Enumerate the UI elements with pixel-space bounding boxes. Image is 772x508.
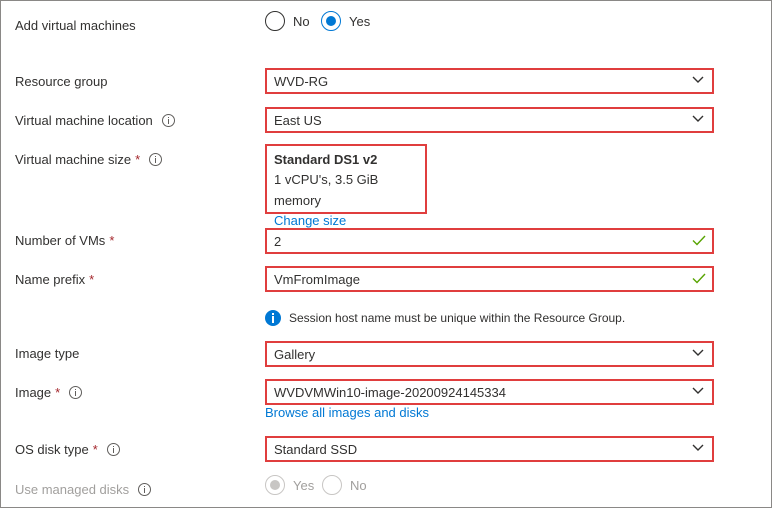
vm-size-label: Virtual machine size * — [15, 150, 163, 168]
resource-group-value: WVD-RG — [274, 73, 329, 89]
image-type-dropdown[interactable]: Gallery — [265, 341, 714, 367]
managed-disks-label: Use managed disks — [15, 480, 152, 498]
vm-location-dropdown[interactable]: East US — [265, 107, 714, 133]
form-panel: Add virtual machines No Yes Resource gro… — [0, 0, 772, 508]
chevron-down-icon — [692, 387, 704, 397]
browse-images-link[interactable]: Browse all images and disks — [265, 405, 429, 420]
radio-circle-selected — [321, 11, 341, 31]
chevron-down-icon — [692, 76, 704, 86]
vm-location-label: Virtual machine location — [15, 111, 175, 129]
chevron-down-icon — [692, 115, 704, 125]
required-marker: * — [55, 384, 61, 400]
image-dropdown[interactable]: WVDVMWin10-image-20200924145334 — [265, 379, 714, 405]
info-icon[interactable] — [138, 482, 152, 496]
vm-size-summary: Standard DS1 v2 1 vCPU's, 3.5 GiB memory… — [265, 144, 427, 228]
vm-location-value: East US — [274, 112, 322, 128]
add-vms-label: Add virtual machines — [15, 17, 136, 33]
managed-disks-no-radio[interactable]: No — [322, 475, 367, 495]
add-vms-no-radio[interactable]: No — [265, 11, 310, 31]
managed-disks-yes-radio[interactable]: Yes — [265, 475, 314, 495]
info-icon[interactable] — [69, 385, 83, 399]
radio-circle-selected — [265, 475, 285, 495]
image-type-value: Gallery — [274, 346, 316, 362]
num-vms-input[interactable]: 2 — [265, 228, 714, 254]
name-prefix-input[interactable]: VmFromImage — [265, 266, 714, 292]
num-vms-value: 2 — [274, 233, 282, 249]
vm-size-title: Standard DS1 v2 — [274, 152, 378, 167]
info-icon[interactable] — [106, 442, 120, 456]
os-disk-dropdown[interactable]: Standard SSD — [265, 436, 714, 462]
required-marker: * — [135, 151, 141, 167]
resource-group-dropdown[interactable]: WVD-RG — [265, 68, 714, 94]
required-marker: * — [92, 441, 98, 457]
chevron-down-icon — [692, 444, 704, 454]
chevron-down-icon — [692, 349, 704, 359]
name-prefix-value: VmFromImage — [274, 271, 360, 287]
required-marker: * — [109, 232, 115, 248]
image-value: WVDVMWin10-image-20200924145334 — [274, 384, 506, 400]
info-icon[interactable] — [149, 152, 163, 166]
image-type-label: Image type — [15, 345, 80, 361]
os-disk-label: OS disk type * — [15, 440, 120, 458]
os-disk-value: Standard SSD — [274, 441, 358, 457]
num-vms-label: Number of VMs * — [15, 232, 115, 248]
radio-circle — [322, 475, 342, 495]
info-icon[interactable] — [161, 113, 175, 127]
vm-size-spec: 1 vCPU's, 3.5 GiB memory — [274, 172, 379, 208]
info-filled-icon — [265, 310, 281, 326]
unique-name-notice: Session host name must be unique within … — [265, 310, 625, 326]
name-prefix-label: Name prefix * — [15, 271, 95, 287]
radio-circle — [265, 11, 285, 31]
checkmark-icon — [692, 272, 706, 287]
required-marker: * — [89, 271, 95, 287]
add-vms-yes-radio[interactable]: Yes — [321, 11, 370, 31]
checkmark-icon — [692, 234, 706, 249]
resource-group-label: Resource group — [15, 73, 108, 89]
image-label: Image * — [15, 383, 83, 401]
